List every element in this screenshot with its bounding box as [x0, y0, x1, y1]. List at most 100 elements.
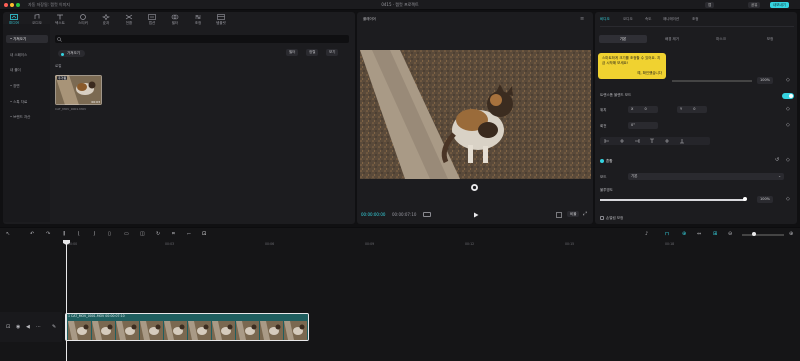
preview-axis-icon[interactable]: ⇔ — [697, 231, 701, 237]
player-menu-icon[interactable]: ≡ — [580, 16, 584, 22]
resize-icon[interactable]: ⌐ — [187, 231, 191, 237]
magnet-icon[interactable]: ⊓ — [665, 231, 669, 237]
play-icon — [474, 212, 479, 218]
blend-enabled-icon[interactable] — [600, 159, 604, 163]
play-button[interactable] — [473, 212, 479, 220]
side-nav-import[interactable]: • 가져오기 — [6, 35, 48, 43]
zoom-out-icon[interactable]: ⊖ — [728, 231, 732, 237]
blend-section-label: 혼합 — [606, 159, 613, 163]
zoom-knob[interactable] — [752, 232, 756, 236]
export-button[interactable]: 내보내기 — [770, 2, 789, 8]
side-nav-my-folder[interactable]: 내 폴더 — [6, 66, 48, 74]
opacity-slider-track[interactable] — [672, 80, 752, 82]
preview-quality-icon[interactable] — [423, 212, 431, 217]
more-track-icon[interactable]: ⋯ — [36, 324, 41, 330]
sort-button[interactable]: 정렬 — [306, 49, 319, 56]
rotate-keyframe-icon[interactable]: ◇ — [786, 122, 790, 128]
cover-edit-icon[interactable]: ✎ — [52, 324, 56, 330]
inspector-panel — [595, 12, 797, 224]
mic-icon[interactable]: ♪ — [645, 231, 648, 237]
rotate-icon[interactable]: ↻ — [156, 231, 160, 237]
tab-video[interactable]: 비디오 — [600, 17, 610, 22]
rotate-field[interactable]: 0° — [628, 122, 658, 129]
expand-icon[interactable]: ⤢ — [583, 211, 587, 217]
hide-track-icon[interactable]: ◉ — [16, 324, 20, 330]
subtab-mask[interactable]: 마스크 — [697, 35, 745, 43]
split-right-icon[interactable]: ⌋ — [93, 231, 95, 237]
opacity-keyframe-icon[interactable]: ◇ — [786, 196, 790, 202]
align-icons[interactable] — [600, 137, 710, 145]
mode-select[interactable]: 기본 ⌄ — [628, 173, 784, 180]
blend-opacity-knob[interactable] — [743, 197, 747, 201]
toolbar-adjust[interactable]: 조정 — [187, 14, 209, 26]
fit-screen-button[interactable] — [556, 212, 562, 220]
tab-animation[interactable]: 애니메이션 — [663, 17, 679, 22]
zoom-in-icon[interactable]: ⊕ — [789, 231, 793, 237]
mirror-icon[interactable]: ◫ — [140, 231, 145, 237]
delete-icon[interactable]: ▯ — [108, 231, 111, 237]
snap-icon[interactable]: ⊞ — [713, 231, 717, 237]
transform-label: 트랜스폼 블렌드 모드 — [600, 93, 632, 97]
playhead[interactable] — [66, 240, 67, 361]
position-y-field[interactable]: Y 0 — [677, 106, 707, 113]
transform-toggle[interactable] — [782, 93, 794, 99]
side-nav-stock[interactable]: • 스톡 자료 — [6, 98, 48, 106]
side-nav-scenes[interactable]: • 장면 — [6, 82, 48, 90]
media-icon — [10, 14, 18, 20]
tooltip-confirm-button[interactable]: 예, 확인했습니다 — [637, 71, 662, 76]
tab-audio[interactable]: 오디오 — [623, 17, 633, 22]
position-keyframe-icon[interactable]: ◇ — [786, 106, 790, 112]
filter-button[interactable]: 필터 — [286, 49, 299, 56]
smart-crop-icon[interactable]: ⊡ — [202, 231, 206, 237]
toolbar-effects[interactable]: 효과 — [95, 14, 117, 26]
select-tool-icon[interactable]: ↖ — [6, 231, 10, 237]
side-nav-brand[interactable]: • 브랜드 자산 — [6, 113, 48, 121]
record-icon — [472, 185, 477, 190]
profile-button[interactable]: 캡 — [705, 2, 715, 8]
tab-speed[interactable]: 속도 — [645, 17, 651, 22]
clip-frame — [140, 321, 163, 340]
zoom-slider[interactable] — [742, 234, 784, 236]
filter-icon — [171, 14, 179, 20]
stabilize-checkbox[interactable] — [600, 216, 604, 220]
timeline-ruler[interactable] — [65, 241, 800, 249]
y-label: Y — [680, 107, 683, 111]
link-icon[interactable]: ⊕ — [682, 231, 686, 237]
reset-icon[interactable]: ↺ — [775, 157, 779, 163]
ratio-button[interactable]: 비율 — [567, 211, 580, 217]
toolbar-transitions[interactable]: 전환 — [118, 14, 140, 26]
video-preview[interactable] — [360, 50, 591, 179]
total-timecode: 00:00:07:10 — [392, 212, 417, 217]
toolbar-subtitles[interactable]: 캡션 — [141, 14, 163, 26]
tab-adjust[interactable]: 조정 — [692, 17, 698, 22]
side-nav-my-space[interactable]: 내 스페이스 — [6, 51, 48, 59]
mute-track-icon[interactable]: ◀ — [26, 324, 30, 330]
blend-keyframe-icon[interactable]: ◇ — [786, 157, 790, 163]
split-icon[interactable]: ⫼ — [63, 231, 65, 237]
subtab-basic[interactable]: 기본 — [599, 35, 647, 43]
import-button[interactable]: 가져오기 — [58, 50, 85, 57]
crop-icon[interactable]: ⌗ — [172, 231, 175, 237]
position-x-field[interactable]: X 0 — [628, 106, 658, 113]
opacity-field[interactable]: 100% — [757, 77, 774, 84]
media-item-thumbnail[interactable]: 추가됨 00:03 — [55, 75, 102, 105]
keyframe-icon[interactable]: ◇ — [786, 77, 790, 83]
toolbar-stickers[interactable]: 스티커 — [72, 14, 94, 26]
toolbar-templates[interactable]: 템플릿 — [210, 14, 232, 26]
redo-icon[interactable]: ↷ — [46, 231, 50, 237]
sticker-icon — [80, 14, 86, 20]
blend-opacity-field[interactable]: 100% — [757, 196, 774, 203]
view-button[interactable]: 보기 — [326, 49, 339, 56]
subtab-retouch[interactable]: 보정 — [746, 35, 794, 43]
fullscreen-icon — [556, 212, 562, 218]
toolbar-text[interactable]: 텍스트 — [49, 14, 71, 26]
split-left-icon[interactable]: ⌊ — [78, 231, 80, 237]
media-search-input[interactable] — [55, 35, 349, 43]
subtab-remove-bg[interactable]: 배경 제거 — [648, 35, 696, 43]
toolbar-filters[interactable]: 필터 — [164, 14, 186, 26]
player-center-button[interactable] — [471, 184, 478, 191]
undo-icon[interactable]: ↶ — [30, 231, 34, 237]
share-button[interactable]: 공유 — [748, 2, 761, 8]
freeze-icon[interactable]: ▭ — [124, 231, 129, 237]
lock-track-icon[interactable]: ⊡ — [6, 324, 10, 330]
